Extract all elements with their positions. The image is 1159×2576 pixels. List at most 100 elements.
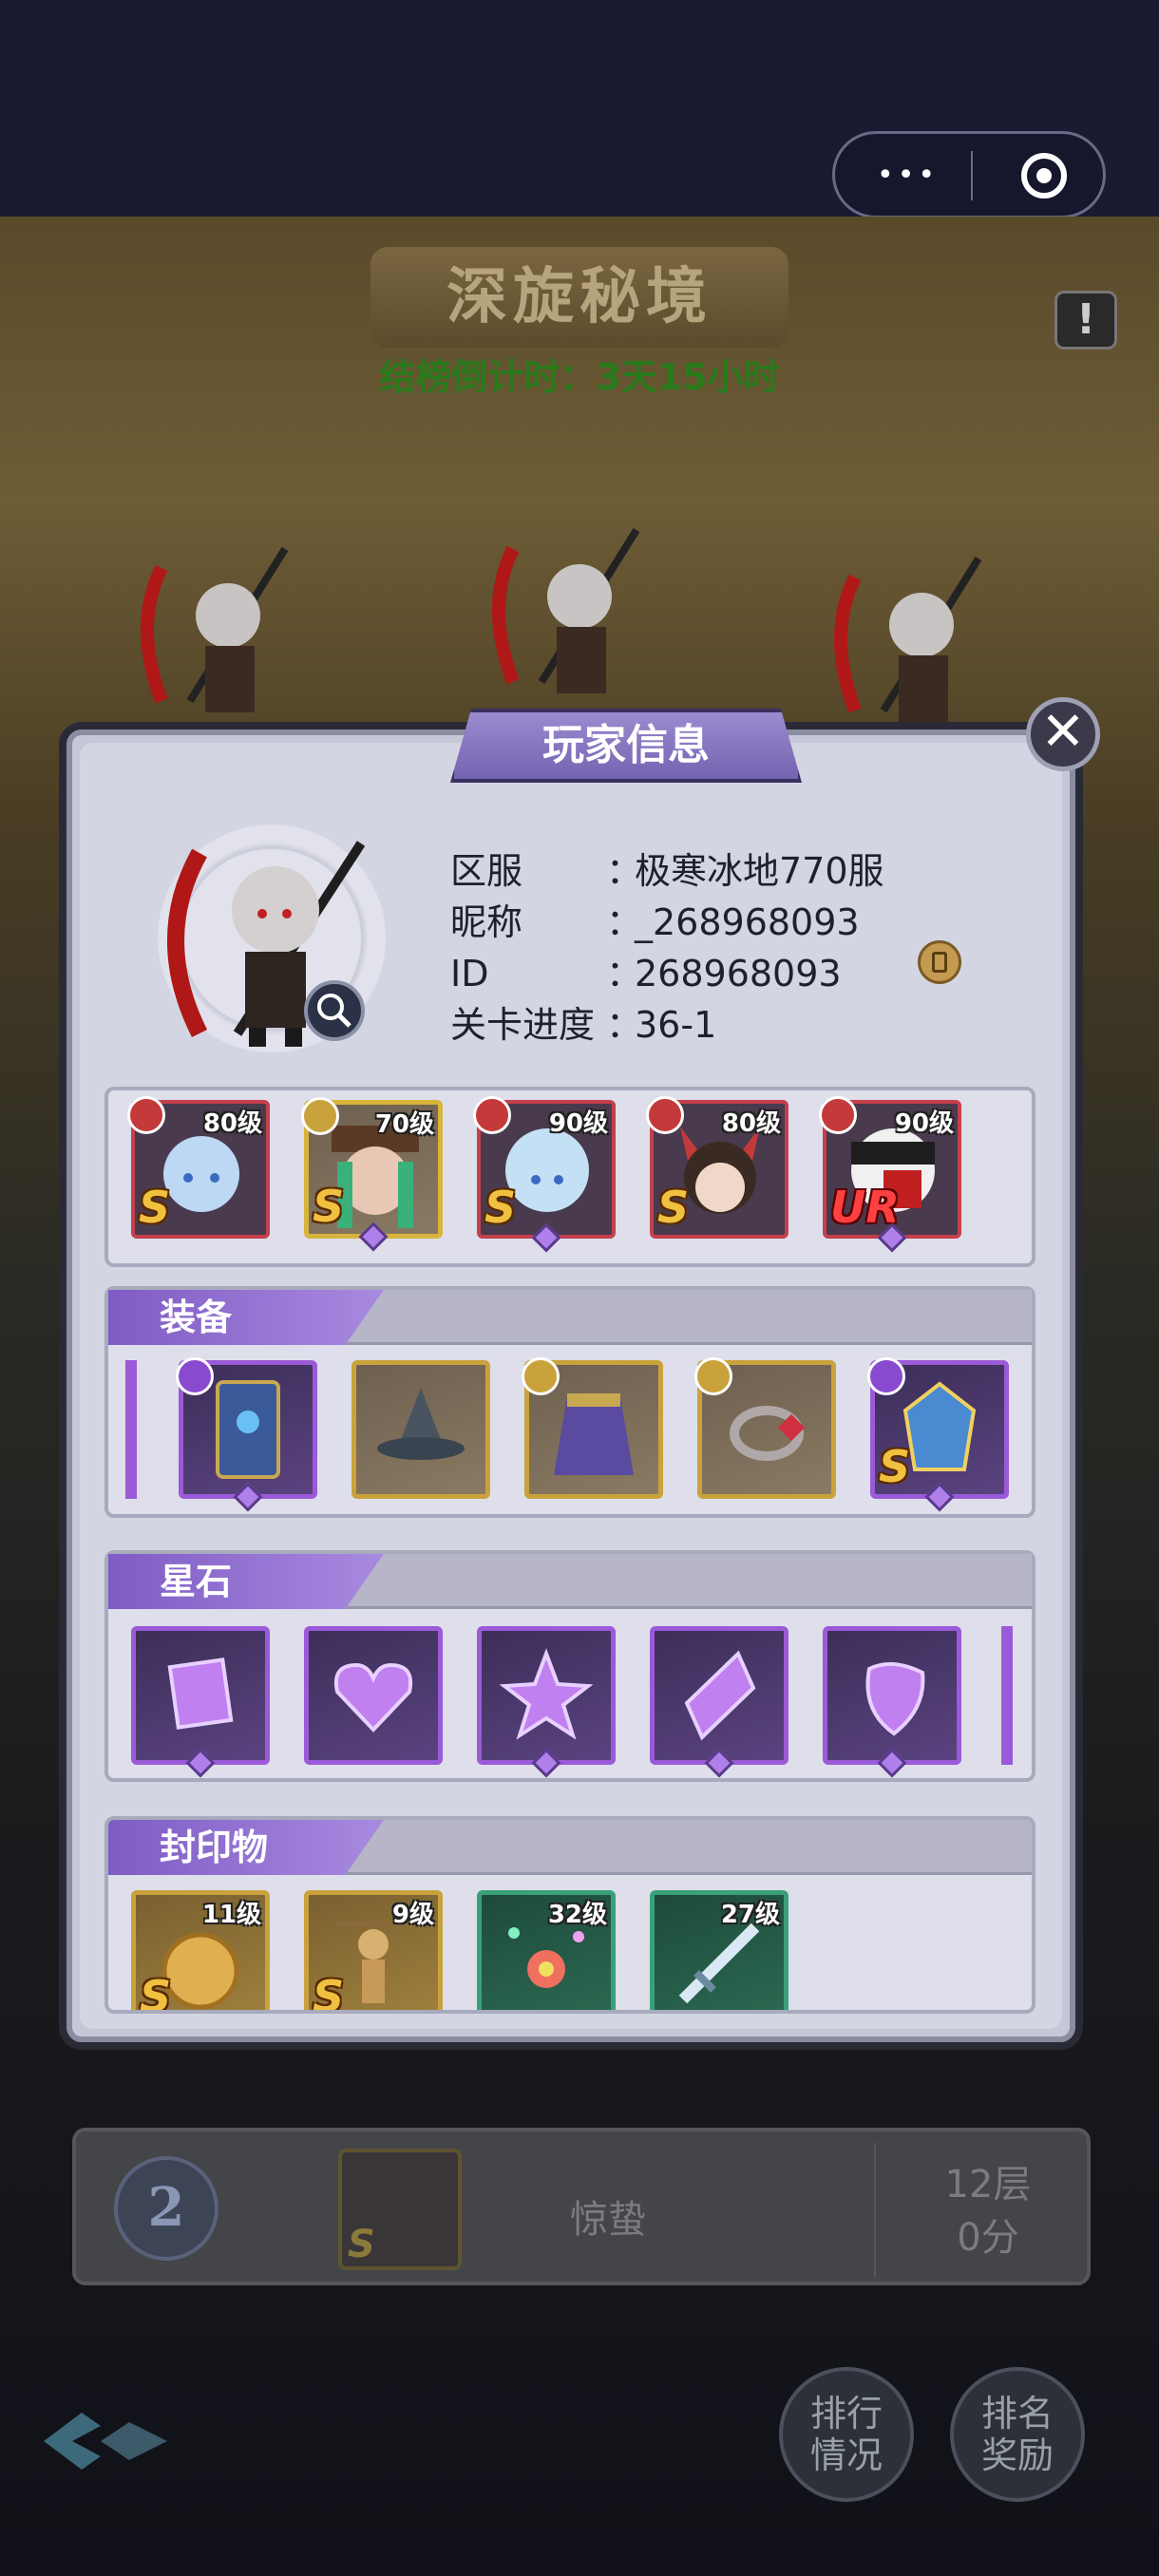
server-value: 极寒冰地770服 [635,850,884,892]
colon: ： [606,953,643,994]
equipment-slot-card[interactable] [176,1357,317,1512]
seal-level: 9级 [391,1901,434,1929]
hero-level: 90级 [548,1109,608,1138]
colon: ： [606,850,643,892]
scroll-edge [125,1360,137,1499]
back-arrow-icon[interactable] [34,2403,177,2479]
ranking-rewards-button[interactable]: 排名 奖励 [950,2367,1085,2502]
info-row-progress: 关卡进度 ：36-1 [450,995,716,1048]
class-icon [694,1357,732,1395]
star-stone-slot-1[interactable] [131,1626,270,1778]
ranking-status-button[interactable]: 排行 情况 [779,2367,914,2502]
id-value: 268968093 [635,953,842,994]
equipment-section: 装备 S [104,1286,1036,1518]
hero-rank: S [657,1182,690,1233]
progress-value: 36-1 [635,1004,717,1046]
rank-player-name: 惊蛰 [570,2198,646,2242]
capsule-divider [971,151,973,200]
seal-slot-1[interactable]: 11级 S [131,1890,270,2010]
hat-icon [377,1388,465,1460]
star-stone-slot-4[interactable] [650,1626,788,1778]
heroes-section: 80级 S 70级 S 90级 S 80级 S 90级 UR [104,1087,1036,1267]
hero-rank: S [313,1181,345,1232]
seal-section: 封印物 11级 S 9级 S 32级 27级 [104,1816,1036,2014]
scene-title: 深旋秘境 [370,247,788,348]
mini-program-capsule: ••• [832,131,1106,218]
rewards-button-line1: 排名 [980,2393,1054,2434]
class-icon [127,1096,165,1134]
hero-slot-4[interactable]: 80级 S [646,1096,788,1239]
equipment-slot-cape[interactable] [522,1357,663,1499]
seal-slot-2[interactable]: 9级 S [304,1890,443,2014]
equipment-rank: S [879,1441,911,1492]
seal-slot-4[interactable]: 27级 [650,1890,788,2010]
diamond-gem-icon [684,1650,756,1741]
hero-slot-3[interactable]: 90级 S [473,1096,616,1253]
modal-title: 玩家信息 [450,709,802,783]
colon: ： [606,1004,643,1046]
equipment-section-title: 装备 [108,1290,384,1345]
star-stone-slot-2[interactable] [304,1626,443,1765]
hero-slot-5[interactable]: 90级 UR [819,1096,961,1253]
rewards-button-line2: 奖励 [980,2434,1054,2476]
equipment-slot-armor[interactable]: S [867,1357,1009,1512]
hero-level: 80级 [721,1109,781,1138]
ranking-button-line2: 情况 [809,2434,883,2476]
class-icon [646,1096,684,1134]
star-stone-section: 星石 [104,1550,1036,1782]
shield-gem-icon [865,1661,925,1736]
close-modal-button[interactable]: ✕ [1026,697,1100,771]
copy-id-button[interactable] [918,940,961,984]
scene-character-left [141,546,289,712]
seal-slot-3[interactable]: 32级 [477,1890,616,2010]
seal-level: 32级 [547,1901,607,1929]
scene-character-right [834,556,982,722]
equipment-slot-ring[interactable] [694,1357,836,1499]
class-icon [176,1357,214,1395]
info-row-nickname: 昵称 ：_268968093 [450,893,860,945]
nickname-value: _268968093 [635,901,860,943]
ranking-button-line1: 排行 [809,2393,883,2434]
rank-score-block: 12层 0分 [893,2158,1083,2264]
rank-floor: 12层 [944,2163,1032,2207]
star-stone-slot-5[interactable] [823,1626,961,1778]
info-row-id: ID ：268968093 [450,944,842,996]
star-gem-icon [499,1648,594,1740]
magnify-icon[interactable] [304,980,365,1041]
id-label: ID [450,953,489,994]
equipment-slot-hat[interactable] [352,1360,490,1499]
more-icon[interactable]: ••• [877,161,939,190]
rank-badge: 2 [114,2156,218,2261]
seal-level: 27级 [720,1901,780,1929]
rank-divider [874,2143,876,2278]
avatar-rank-label: S [348,2223,375,2266]
seal-section-title: 封印物 [108,1820,384,1875]
info-row-server: 区服 ：极寒冰地770服 [450,842,884,894]
scroll-edge [1001,1626,1013,1765]
progress-label: 关卡进度 [450,1004,596,1046]
star-stone-section-title: 星石 [108,1554,384,1609]
rank-points: 0分 [957,2216,1019,2260]
class-icon [867,1357,905,1395]
hero-level: 70级 [374,1110,434,1139]
close-miniprogram-icon[interactable] [1021,153,1067,199]
hero-rank: S [484,1182,517,1233]
hero-level: 80级 [202,1109,262,1138]
player-rank-row[interactable]: 2 S 惊蛰 12层 0分 [72,2128,1091,2285]
hero-level: 90级 [894,1109,954,1138]
avatar: S [338,2149,462,2270]
class-icon [522,1357,560,1395]
class-icon [819,1096,857,1134]
seal-level: 11级 [201,1901,261,1929]
info-alert-button[interactable]: ! [1054,291,1117,350]
seal-rank: S [313,1971,345,2014]
hero-slot-1[interactable]: 80级 S [127,1096,270,1239]
top-bar: ••• [0,0,1159,218]
scene-character-center [492,527,640,693]
square-gem-icon [167,1657,234,1730]
player-info-modal: 玩家信息 区服 ：极寒冰地770服 昵称 ：_268968093 ID ：268968… [59,709,1083,2050]
colon: ： [606,901,643,943]
class-icon [473,1096,511,1134]
star-stone-slot-3[interactable] [477,1626,616,1778]
hero-slot-2[interactable]: 70级 S [301,1097,443,1252]
